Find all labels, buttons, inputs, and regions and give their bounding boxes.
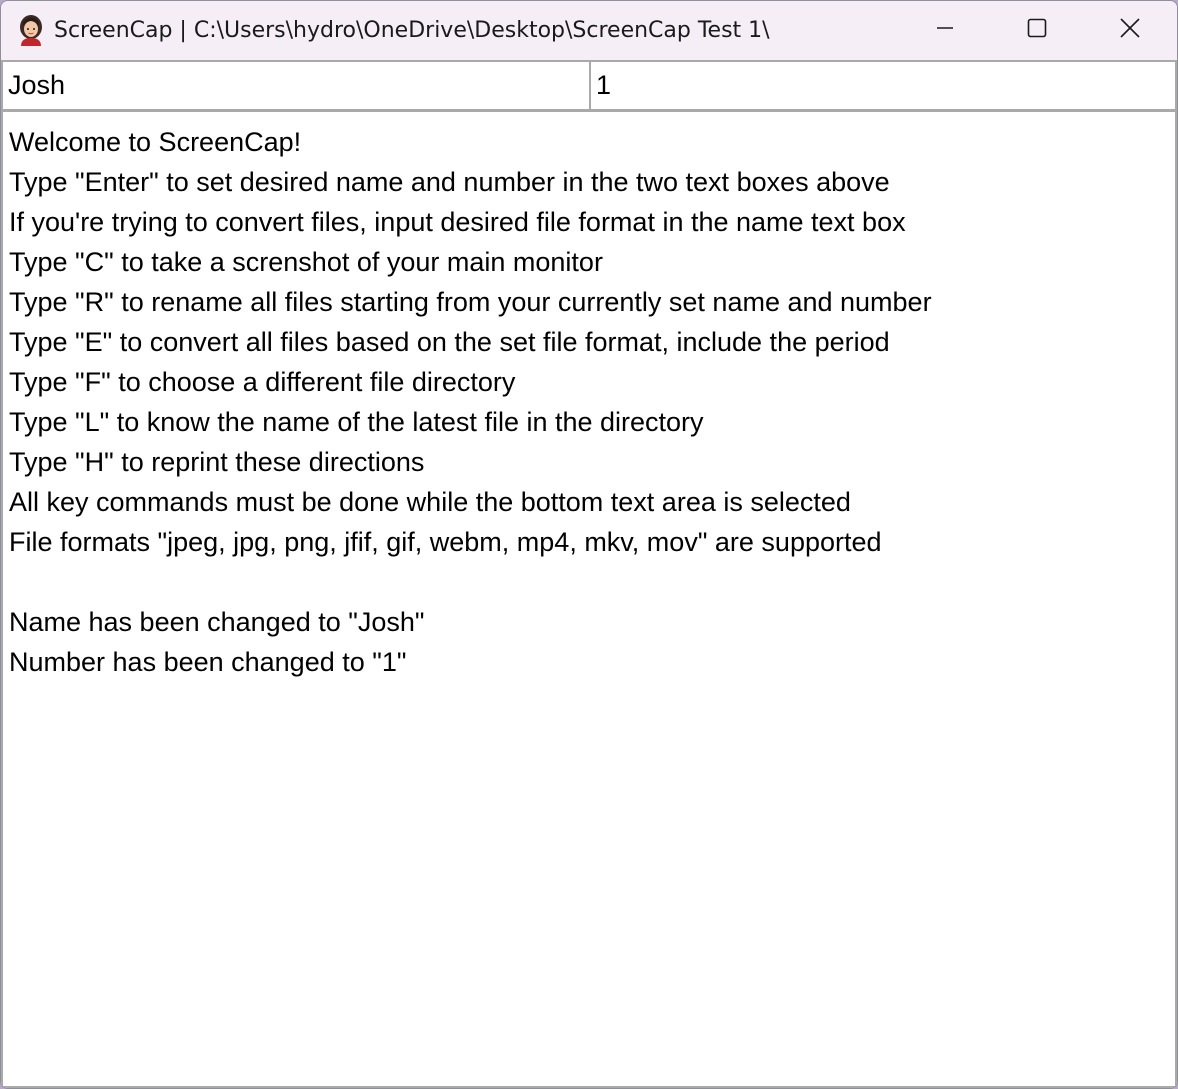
output-line: All key commands must be done while the …: [9, 487, 851, 517]
close-icon: [1120, 18, 1140, 43]
minimize-icon: [936, 19, 954, 42]
output-line: If you're trying to convert files, input…: [9, 207, 906, 237]
output-line: Type "L" to know the name of the latest …: [9, 407, 704, 437]
maximize-button[interactable]: [991, 1, 1083, 60]
output-text-area[interactable]: Welcome to ScreenCap! Type "Enter" to se…: [1, 111, 1177, 1088]
output-line: File formats "jpeg, jpg, png, jfif, gif,…: [9, 527, 882, 557]
output-line: Type "C" to take a screnshot of your mai…: [9, 247, 603, 277]
output-line: Type "F" to choose a different file dire…: [9, 367, 516, 397]
output-line: Number has been changed to "1": [9, 647, 407, 677]
number-input[interactable]: [589, 60, 1177, 111]
title-bar[interactable]: ScreenCap | C:\Users\hydro\OneDrive\Desk…: [1, 1, 1177, 60]
minimize-button[interactable]: [899, 1, 991, 60]
output-line: Type "E" to convert all files based on t…: [9, 327, 890, 357]
output-line-blank: [9, 562, 1169, 602]
app-avatar-icon: [17, 14, 45, 46]
close-button[interactable]: [1084, 1, 1176, 60]
window-title: ScreenCap | C:\Users\hydro\OneDrive\Desk…: [54, 18, 770, 43]
output-line: Type "R" to rename all files starting fr…: [9, 287, 932, 317]
maximize-icon: [1027, 18, 1047, 43]
output-line: Name has been changed to "Josh": [9, 607, 425, 637]
name-input[interactable]: [1, 60, 591, 111]
output-line: Type "Enter" to set desired name and num…: [9, 167, 890, 197]
app-window: ScreenCap | C:\Users\hydro\OneDrive\Desk…: [0, 0, 1178, 1089]
output-line: Type "H" to reprint these directions: [9, 447, 425, 477]
output-line: Welcome to ScreenCap!: [9, 127, 302, 157]
